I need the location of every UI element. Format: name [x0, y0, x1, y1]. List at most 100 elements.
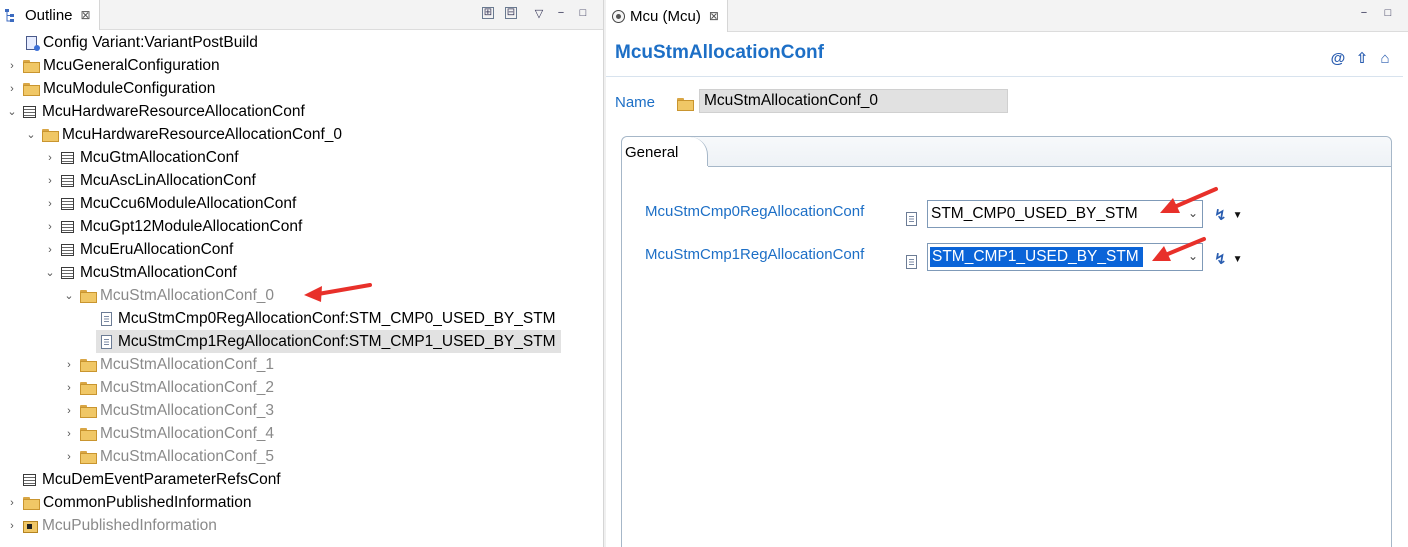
folder-icon: [80, 359, 97, 372]
chevron-down-icon[interactable]: ⌄: [6, 105, 18, 118]
tree-item-mcu-gpt12-module-allocation-conf[interactable]: › McuGpt12ModuleAllocationConf: [44, 215, 302, 238]
table-icon: [61, 220, 74, 233]
tab-outline[interactable]: Outline ⊠: [0, 0, 100, 30]
tree-item-mcu-asclin-allocation-conf[interactable]: › McuAscLinAllocationConf: [44, 169, 256, 192]
tree-item-mcu-stm-allocation-conf-2[interactable]: › McuStmAllocationConf_2: [63, 376, 274, 399]
tree-item-mcu-published-information[interactable]: › McuPublishedInformation: [6, 514, 217, 537]
tree-item-mcu-eru-allocation-conf[interactable]: › McuEruAllocationConf: [44, 238, 233, 261]
chevron-right-icon[interactable]: ›: [44, 152, 56, 164]
maximize-icon[interactable]: □: [575, 5, 591, 21]
cmp1-action-button[interactable]: ↯ ▼: [1214, 250, 1242, 268]
tree-item-mcu-dem-event-parameter-refs-conf[interactable]: McuDemEventParameterRefsConf: [18, 468, 281, 491]
home-icon[interactable]: ⌂: [1377, 50, 1393, 67]
tree-item-mcu-stm-cmp1-reg-allocation-conf[interactable]: McuStmCmp1RegAllocationConf:STM_CMP1_USE…: [96, 330, 561, 353]
at-icon[interactable]: @: [1330, 50, 1346, 67]
tab-mcu-editor[interactable]: Mcu (Mcu) ⊠: [606, 0, 728, 32]
tree-item-mcu-stm-allocation-conf-5[interactable]: › McuStmAllocationConf_5: [63, 445, 274, 468]
chevron-right-icon[interactable]: ›: [6, 83, 18, 95]
tree-item-mcu-stm-cmp0-reg-allocation-conf[interactable]: McuStmCmp0RegAllocationConf:STM_CMP0_USE…: [96, 307, 556, 330]
tree-item-label: McuStmAllocationConf_4: [100, 424, 275, 442]
tree-item-mcu-hardware-resource-allocation-conf-0[interactable]: ⌄ McuHardwareResourceAllocationConf_0: [25, 123, 342, 146]
tree-item-label: McuStmAllocationConf_0: [100, 286, 275, 304]
tree-item-label: McuEruAllocationConf: [80, 240, 234, 258]
tree-item-label: McuGeneralConfiguration: [43, 56, 220, 74]
header-divider: [606, 76, 1403, 77]
tab-general[interactable]: General: [622, 137, 708, 167]
tree-item-label: Config Variant:VariantPostBuild: [43, 33, 258, 51]
annotation-arrow-icon: [1152, 237, 1206, 261]
name-label: Name: [615, 94, 656, 111]
go-up-icon[interactable]: ⇧: [1354, 50, 1370, 67]
document-icon: [101, 311, 112, 326]
close-icon[interactable]: ⊠: [709, 9, 719, 23]
dropdown-arrow-icon: ▼: [1232, 209, 1243, 221]
outline-icon: [5, 9, 14, 22]
tree-item-mcu-stm-allocation-conf-4[interactable]: › McuStmAllocationConf_4: [63, 422, 274, 445]
tab-outline-label: Outline: [25, 6, 73, 24]
tree-item-label: McuStmAllocationConf_2: [100, 378, 275, 396]
close-icon[interactable]: ⊠: [81, 8, 91, 22]
chevron-right-icon[interactable]: ›: [63, 359, 75, 371]
chevron-down-icon[interactable]: ⌄: [25, 128, 37, 141]
tree-item-mcu-stm-allocation-conf-3[interactable]: › McuStmAllocationConf_3: [63, 399, 274, 422]
chevron-right-icon[interactable]: ›: [6, 60, 18, 72]
chevron-right-icon[interactable]: ›: [63, 382, 75, 394]
general-section: General: [621, 136, 1392, 547]
editor-tabbar: Mcu (Mcu) ⊠ − □: [606, 0, 1408, 32]
chevron-down-icon[interactable]: ⌄: [63, 289, 75, 302]
folder-icon: [677, 98, 694, 111]
tree-item-config-variant[interactable]: Config Variant:VariantPostBuild: [26, 31, 258, 54]
param-label-cmp0: McuStmCmp0RegAllocationConf: [645, 203, 865, 220]
expand-all-icon[interactable]: ⊞: [482, 7, 494, 19]
chevron-right-icon[interactable]: ›: [63, 451, 75, 463]
folder-icon: [23, 497, 40, 510]
view-menu-icon[interactable]: ▽: [531, 5, 547, 21]
param-label-cmp1: McuStmCmp1RegAllocationConf: [645, 246, 865, 263]
name-field[interactable]: [699, 89, 1008, 113]
folder-icon: [23, 83, 40, 96]
collapse-all-icon[interactable]: ⊟: [505, 7, 517, 19]
cmp1-selected-value: STM_CMP1_USED_BY_STM: [930, 247, 1143, 267]
minimize-icon[interactable]: −: [1356, 5, 1372, 21]
tree-item-common-published-information[interactable]: › CommonPublishedInformation: [6, 491, 252, 514]
chevron-right-icon[interactable]: ›: [6, 520, 18, 532]
table-icon: [61, 197, 74, 210]
cmp0-selected-value: STM_CMP0_USED_BY_STM: [931, 205, 1138, 222]
mcu-module-icon: [612, 9, 625, 23]
editor-title: McuStmAllocationConf: [615, 42, 824, 63]
tree-item-mcu-gtm-allocation-conf[interactable]: › McuGtmAllocationConf: [44, 146, 238, 169]
chevron-right-icon[interactable]: ›: [44, 198, 56, 210]
tree-item-mcu-stm-allocation-conf-1[interactable]: › McuStmAllocationConf_1: [63, 353, 274, 376]
section-tabstrip: General: [622, 137, 1391, 168]
chevron-right-icon[interactable]: ›: [44, 175, 56, 187]
tree-item-label: CommonPublishedInformation: [43, 493, 252, 511]
document-icon: [906, 255, 917, 269]
tree-item-mcu-stm-allocation-conf-0[interactable]: ⌄ McuStmAllocationConf_0: [63, 284, 274, 307]
folder-icon: [80, 290, 97, 303]
tree-item-mcu-stm-allocation-conf[interactable]: ⌄ McuStmAllocationConf: [44, 261, 236, 284]
chevron-right-icon[interactable]: ›: [63, 428, 75, 440]
maximize-icon[interactable]: □: [1380, 5, 1396, 21]
published-folder-icon: [23, 520, 38, 533]
tree-item-mcu-general-configuration[interactable]: › McuGeneralConfiguration: [6, 54, 220, 77]
table-icon: [23, 473, 36, 486]
tree-item-label: McuStmAllocationConf_5: [100, 447, 275, 465]
dropdown-arrow-icon: ▼: [1232, 253, 1243, 265]
tree-item-label: McuPublishedInformation: [42, 516, 217, 534]
chevron-right-icon[interactable]: ›: [63, 405, 75, 417]
folder-icon: [23, 60, 40, 73]
table-icon: [61, 243, 74, 256]
chevron-right-icon[interactable]: ›: [6, 497, 18, 509]
chevron-right-icon[interactable]: ›: [44, 244, 56, 256]
editor-panel: Mcu (Mcu) ⊠ − □ McuStmAllocationConf @ ⇧…: [606, 0, 1408, 547]
tree-item-label: McuGpt12ModuleAllocationConf: [80, 217, 303, 235]
document-icon: [906, 212, 917, 226]
chevron-down-icon[interactable]: ⌄: [44, 266, 56, 279]
tree-item-mcu-ccu6-module-allocation-conf[interactable]: › McuCcu6ModuleAllocationConf: [44, 192, 296, 215]
tree-item-mcu-hardware-resource-allocation-conf[interactable]: ⌄ McuHardwareResourceAllocationConf: [6, 100, 304, 123]
table-icon: [23, 105, 36, 118]
tree-item-mcu-module-configuration[interactable]: › McuModuleConfiguration: [6, 77, 215, 100]
chevron-right-icon[interactable]: ›: [44, 221, 56, 233]
tree-item-label: McuDemEventParameterRefsConf: [42, 470, 281, 488]
minimize-icon[interactable]: −: [553, 5, 569, 21]
